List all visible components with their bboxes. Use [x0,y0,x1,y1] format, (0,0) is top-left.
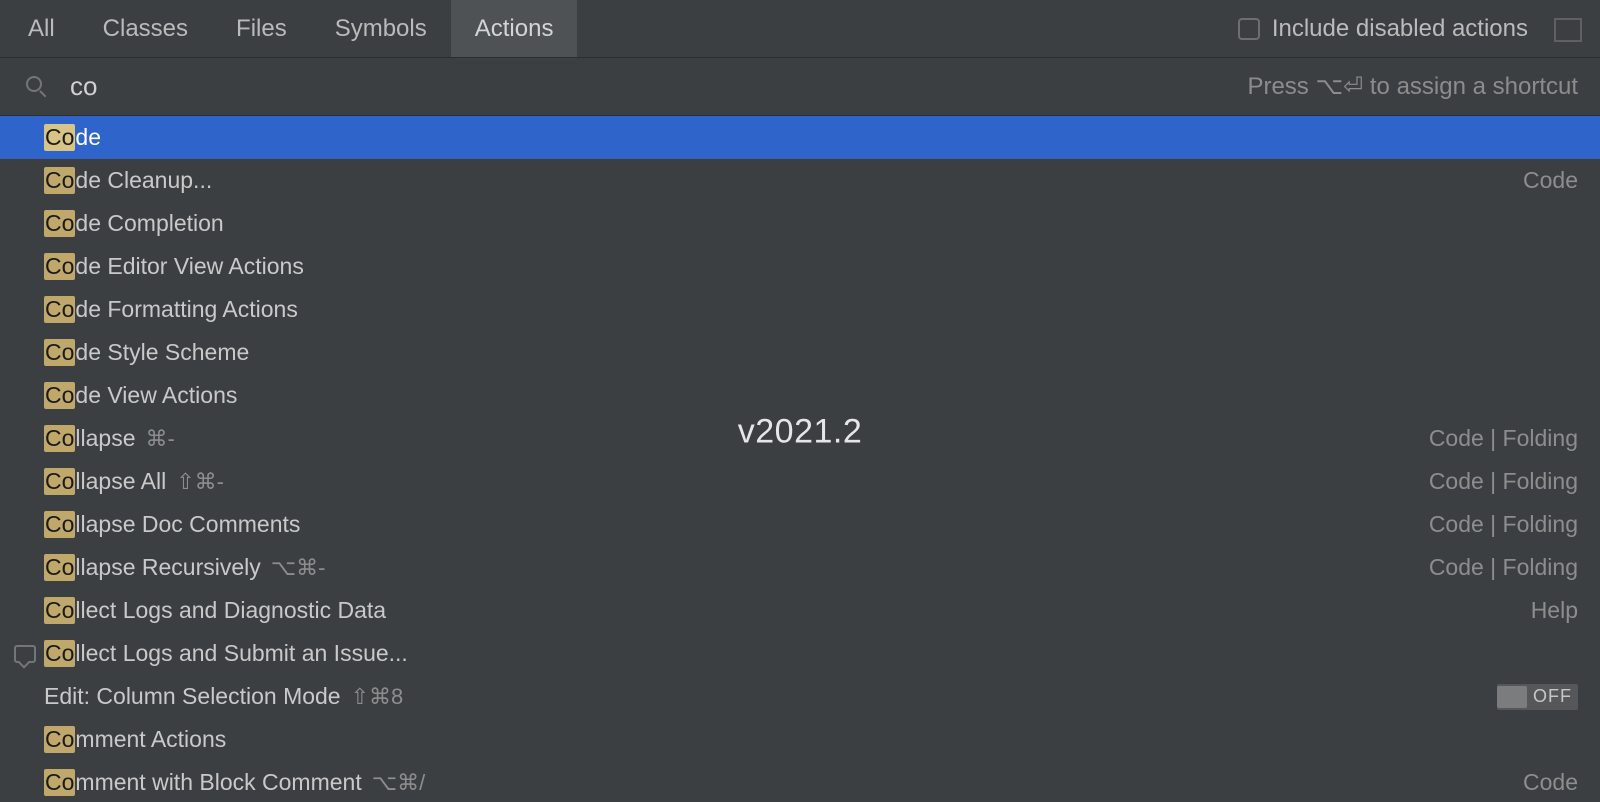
match-highlight: Co [44,253,75,280]
result-label: de Cleanup... [75,167,212,194]
match-highlight: Co [44,124,75,151]
match-highlight: Co [44,339,75,366]
match-highlight: Co [44,769,75,796]
tab-files[interactable]: Files [212,0,311,57]
search-row: Press ⌥⏎ to assign a shortcut [0,58,1600,116]
search-input[interactable] [70,71,405,102]
result-label: de View Actions [75,382,237,409]
include-disabled-checkbox[interactable] [1238,18,1260,40]
tab-symbols[interactable]: Symbols [311,0,451,57]
shortcut-label: ⌘- [146,426,175,452]
result-label: de [75,124,101,151]
match-highlight: Co [44,210,75,237]
match-highlight: Co [44,468,75,495]
result-label: llapse Recursively [75,554,260,581]
result-row[interactable]: Code Completion [0,202,1600,245]
result-category: Code [1523,167,1578,194]
result-category: Help [1531,597,1578,624]
match-highlight: Co [44,511,75,538]
result-label: llect Logs and Submit an Issue... [75,640,407,667]
result-row[interactable]: Comment Actions [0,718,1600,761]
result-label: de Editor View Actions [75,253,303,280]
result-row[interactable]: Code Cleanup... Code [0,159,1600,202]
result-label: mment Actions [75,726,226,753]
match-highlight: Co [44,554,75,581]
result-label: mment with Block Comment [75,769,361,796]
result-row[interactable]: Collapse Doc Comments Code | Folding [0,503,1600,546]
toggle-label: OFF [1533,686,1572,707]
match-highlight: Co [44,382,75,409]
result-row[interactable]: Code [0,116,1600,159]
result-category: Code | Folding [1429,554,1578,581]
result-label: de Formatting Actions [75,296,297,323]
result-row[interactable]: Collect Logs and Diagnostic Data Help [0,589,1600,632]
result-category: Code | Folding [1429,425,1578,452]
assign-shortcut-hint: Press ⌥⏎ to assign a shortcut [1247,72,1578,101]
tab-classes[interactable]: Classes [79,0,212,57]
result-category: Code [1523,769,1578,796]
result-label: llect Logs and Diagnostic Data [75,597,386,624]
tab-all[interactable]: All [4,0,79,57]
result-row[interactable]: Code Formatting Actions [0,288,1600,331]
shortcut-label: ⇧⌘8 [351,684,404,710]
tabs-bar: All Classes Files Symbols Actions Includ… [0,0,1600,58]
shortcut-label: ⌥⌘/ [372,770,425,796]
result-row[interactable]: Comment with Block Comment ⌥⌘/ Code [0,761,1600,802]
result-row[interactable]: Edit: Column Selection Mode ⇧⌘8 OFF [0,675,1600,718]
result-category: Code | Folding [1429,468,1578,495]
result-category: Code | Folding [1429,511,1578,538]
result-row[interactable]: Collect Logs and Submit an Issue... [0,632,1600,675]
result-label: de Style Scheme [75,339,249,366]
match-highlight: Co [44,425,75,452]
speech-icon [10,645,40,663]
tab-actions[interactable]: Actions [451,0,578,57]
match-highlight: Co [44,167,75,194]
match-highlight: Co [44,726,75,753]
toggle-switch[interactable]: OFF [1497,684,1578,710]
match-highlight: Co [44,640,75,667]
match-highlight: Co [44,296,75,323]
result-label: de Completion [75,210,223,237]
result-label: Edit: Column Selection Mode [44,683,341,710]
result-row[interactable]: Code Style Scheme [0,331,1600,374]
include-disabled-wrap[interactable]: Include disabled actions [1238,0,1600,57]
results-list: CodeCode Cleanup...CodeCode CompletionCo… [0,116,1600,802]
result-row[interactable]: Code View Actions [0,374,1600,417]
shortcut-label: ⇧⌘- [176,469,224,495]
result-row[interactable]: Collapse Recursively ⌥⌘- Code | Folding [0,546,1600,589]
result-label: llapse Doc Comments [75,511,300,538]
result-row[interactable]: Collapse ⌘- Code | Folding [0,417,1600,460]
result-label: llapse [75,425,135,452]
pin-window-icon[interactable] [1554,18,1582,40]
shortcut-label: ⌥⌘- [271,555,326,581]
result-row[interactable]: Code Editor View Actions [0,245,1600,288]
result-row[interactable]: Collapse All ⇧⌘- Code | Folding [0,460,1600,503]
result-label: llapse All [75,468,166,495]
match-highlight: Co [44,597,75,624]
search-icon [26,76,48,98]
include-disabled-label: Include disabled actions [1272,15,1528,43]
